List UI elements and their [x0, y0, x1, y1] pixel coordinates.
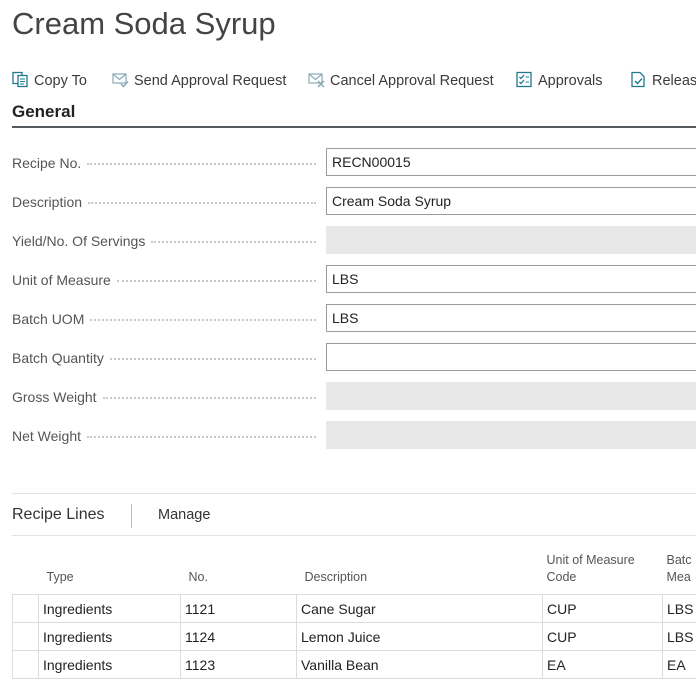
release-label: Release: [652, 73, 696, 89]
recipe-lines-table: Type No. Description Unit of Measure Code…: [12, 550, 696, 679]
description-label: Description: [12, 192, 322, 212]
column-header-no[interactable]: No.: [181, 550, 297, 595]
recipe-no-label: Recipe No.: [12, 153, 322, 173]
manage-button[interactable]: Manage: [158, 507, 210, 523]
recipe-lines-heading[interactable]: Recipe Lines: [12, 506, 105, 524]
cell-description[interactable]: Cane Sugar: [297, 595, 543, 623]
copy-to-label: Copy To: [34, 73, 87, 89]
section-divider: [12, 493, 696, 494]
field-label-text: Yield/No. Of Servings: [12, 233, 149, 249]
batch-quantity-label: Batch Quantity: [12, 348, 322, 368]
batch-uom-label: Batch UOM: [12, 309, 322, 329]
cell-batch-uom[interactable]: LBS: [663, 595, 696, 623]
column-header-text: No.: [185, 570, 208, 584]
column-header-text: Code: [547, 570, 577, 584]
separator: [131, 504, 132, 528]
cell-uom[interactable]: CUP: [543, 595, 663, 623]
field-label-text: Batch Quantity: [12, 350, 108, 366]
field-label-text: Batch UOM: [12, 311, 88, 327]
release-button[interactable]: Release: [630, 66, 696, 96]
field-label-text: Recipe No.: [12, 155, 85, 171]
cell-batch-uom[interactable]: EA: [663, 651, 696, 679]
description-field[interactable]: Cream Soda Syrup: [326, 187, 696, 215]
row-selector[interactable]: [13, 623, 39, 651]
page-title: Cream Soda Syrup: [12, 6, 276, 42]
unit-of-measure-label: Unit of Measure: [12, 270, 322, 290]
table-row[interactable]: Ingredients 1123 Vanilla Bean EA EA: [13, 651, 696, 679]
cancel-approval-request-button[interactable]: Cancel Approval Request: [308, 66, 494, 96]
net-weight-field: [326, 421, 696, 449]
row-selector[interactable]: [13, 651, 39, 679]
cell-uom[interactable]: CUP: [543, 623, 663, 651]
column-header-text: Unit of Measure: [547, 553, 635, 567]
recipe-no-field[interactable]: RECN00015: [326, 148, 696, 176]
section-divider: [12, 535, 696, 536]
cell-type[interactable]: Ingredients: [39, 623, 181, 651]
send-approval-request-button[interactable]: Send Approval Request: [112, 66, 286, 96]
send-approval-label: Send Approval Request: [134, 73, 286, 89]
gross-weight-label: Gross Weight: [12, 387, 322, 407]
cell-type[interactable]: Ingredients: [39, 595, 181, 623]
cell-batch-uom[interactable]: LBS: [663, 623, 696, 651]
select-column-header: [13, 550, 39, 595]
cell-no[interactable]: 1123: [181, 651, 297, 679]
column-header-uom-code[interactable]: Unit of Measure Code: [543, 550, 663, 595]
yield-servings-label: Yield/No. Of Servings: [12, 231, 322, 251]
cancel-approval-label: Cancel Approval Request: [330, 73, 494, 89]
column-header-text: Mea: [667, 570, 691, 584]
action-bar: Copy To Send Approval Request Cancel App…: [0, 66, 696, 96]
column-header-type[interactable]: Type: [39, 550, 181, 595]
column-header-text: Batc: [667, 553, 692, 567]
cancel-approval-icon: [308, 71, 325, 92]
yield-servings-field: [326, 226, 696, 254]
copy-to-button[interactable]: Copy To: [12, 66, 87, 96]
field-label-text: Unit of Measure: [12, 272, 115, 288]
net-weight-label: Net Weight: [12, 426, 322, 446]
approvals-icon: [516, 71, 533, 92]
field-label-text: Description: [12, 194, 86, 210]
batch-quantity-field[interactable]: [326, 343, 696, 371]
table-row[interactable]: Ingredients 1124 Lemon Juice CUP LBS: [13, 623, 696, 651]
column-header-description[interactable]: Description: [297, 550, 543, 595]
unit-of-measure-field[interactable]: LBS: [326, 265, 696, 293]
field-label-text: Net Weight: [12, 428, 85, 444]
cell-no[interactable]: 1121: [181, 595, 297, 623]
cell-type[interactable]: Ingredients: [39, 651, 181, 679]
batch-uom-field[interactable]: LBS: [326, 304, 696, 332]
send-approval-icon: [112, 71, 129, 92]
column-header-text: Description: [301, 570, 368, 584]
cell-description[interactable]: Lemon Juice: [297, 623, 543, 651]
gross-weight-field: [326, 382, 696, 410]
cell-no[interactable]: 1124: [181, 623, 297, 651]
general-section-heading[interactable]: General: [12, 102, 75, 122]
row-selector[interactable]: [13, 595, 39, 623]
cell-uom[interactable]: EA: [543, 651, 663, 679]
column-header-batch-uom[interactable]: Batc Mea: [663, 550, 696, 595]
cell-description[interactable]: Vanilla Bean: [297, 651, 543, 679]
column-header-text: Type: [43, 570, 74, 584]
approvals-label: Approvals: [538, 73, 602, 89]
field-label-text: Gross Weight: [12, 389, 101, 405]
table-row[interactable]: Ingredients 1121 Cane Sugar CUP LBS: [13, 595, 696, 623]
approvals-button[interactable]: Approvals: [516, 66, 602, 96]
release-icon: [630, 71, 647, 92]
section-divider: [12, 126, 696, 128]
copy-icon: [12, 71, 29, 92]
